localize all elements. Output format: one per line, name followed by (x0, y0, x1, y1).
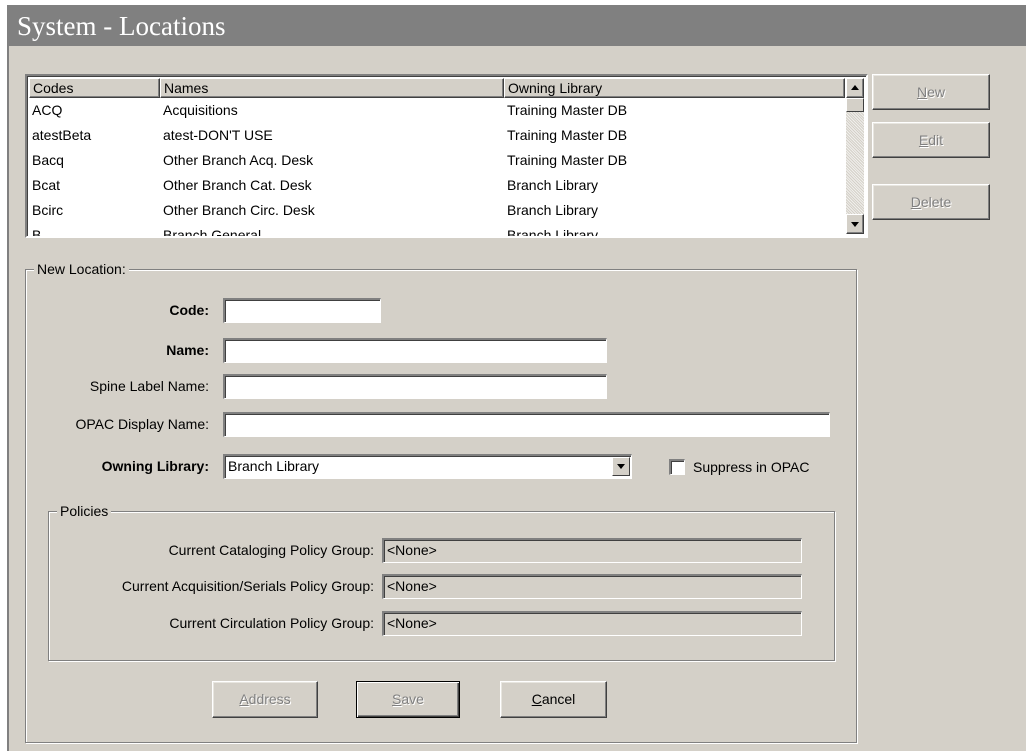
address-label-rest: ddress (248, 691, 291, 707)
suppress-in-opac-label: Suppress in OPAC (693, 459, 810, 475)
edit-label-rest: dit (928, 132, 944, 148)
policies-group-label: Policies (57, 502, 112, 520)
cell-library: Branch Library (507, 227, 599, 238)
list-header-row: Codes Names Owning Library (29, 78, 845, 98)
list-vertical-scrollbar[interactable] (846, 78, 864, 234)
new-button[interactable]: New (872, 74, 990, 110)
table-row[interactable]: Bacq Other Branch Acq. Desk Training Mas… (29, 148, 845, 173)
cancel-label-rest: ancel (541, 691, 576, 707)
save-button[interactable]: Save (356, 681, 460, 718)
acquisition-policy-field: <None> (382, 574, 802, 599)
address-accel: A (239, 691, 249, 707)
table-row[interactable]: atestBeta atest-DON'T USE Training Maste… (29, 123, 845, 148)
new-location-group: New Location: Code: Name: Spine Label Na… (25, 260, 857, 743)
acquisition-policy-label: Current Acquisition/Serials Policy Group… (121, 578, 374, 594)
code-field[interactable] (223, 298, 381, 323)
policies-group: Policies Current Cataloging Policy Group… (48, 502, 835, 661)
locations-list[interactable]: Codes Names Owning Library ACQ Acquisiti… (25, 74, 868, 238)
address-button[interactable]: Address (212, 681, 318, 718)
cell-name: atest-DON'T USE (163, 127, 273, 143)
save-label-rest: ave (401, 691, 424, 707)
cell-name: Other Branch Circ. Desk (163, 202, 315, 218)
name-label: Name: (166, 342, 209, 358)
cataloging-policy-field: <None> (382, 538, 802, 563)
spine-label-name-label: Spine Label Name: (89, 378, 209, 394)
edit-accel: E (918, 132, 929, 148)
cell-code: ACQ (32, 102, 63, 118)
circulation-policy-field: <None> (382, 611, 802, 636)
cell-code: B... (32, 227, 54, 238)
scroll-thumb[interactable] (846, 98, 864, 112)
chevron-down-icon (617, 464, 625, 469)
cell-library: Training Master DB (507, 127, 628, 143)
cell-library: Training Master DB (507, 152, 628, 168)
cell-name: Other Branch Acq. Desk (163, 152, 314, 168)
scroll-up-button[interactable] (846, 78, 864, 98)
save-accel: S (392, 691, 402, 707)
owning-library-label: Owning Library: (101, 458, 209, 474)
column-header-owning-library[interactable]: Owning Library (504, 78, 845, 98)
cell-library: Branch Library (507, 177, 599, 193)
delete-button[interactable]: Delete (872, 184, 990, 220)
circulation-policy-label: Current Circulation Policy Group: (169, 615, 374, 631)
chevron-down-icon (851, 222, 859, 227)
owning-library-value: Branch Library (228, 458, 320, 474)
cell-code: Bcat (32, 177, 61, 193)
table-row[interactable]: B... Branch General Branch Library (29, 223, 845, 238)
list-body: ACQ Acquisitions Training Master DB ates… (29, 98, 845, 238)
cancel-accel: C (531, 691, 542, 707)
cell-name: Branch General (163, 227, 262, 238)
opac-display-name-field[interactable] (223, 412, 830, 437)
owning-library-select[interactable]: Branch Library (223, 454, 632, 479)
new-accel: N (916, 84, 928, 100)
table-row[interactable]: ACQ Acquisitions Training Master DB (29, 98, 845, 123)
cataloging-policy-label: Current Cataloging Policy Group: (168, 542, 374, 558)
column-header-codes[interactable]: Codes (29, 78, 160, 98)
cell-code: Bacq (32, 152, 64, 168)
code-label: Code: (169, 302, 209, 318)
cell-name: Acquisitions (163, 102, 238, 118)
edit-button[interactable]: Edit (872, 122, 990, 158)
cell-library: Branch Library (507, 202, 599, 218)
table-row[interactable]: Bcirc Other Branch Circ. Desk Branch Lib… (29, 198, 845, 223)
name-field[interactable] (223, 338, 607, 363)
cell-code: atestBeta (32, 127, 92, 143)
opac-display-name-label: OPAC Display Name: (75, 416, 209, 432)
chevron-up-icon (851, 85, 859, 90)
column-header-names[interactable]: Names (160, 78, 504, 98)
spine-label-name-field[interactable] (223, 374, 607, 399)
cell-name: Other Branch Cat. Desk (163, 177, 312, 193)
scroll-down-button[interactable] (846, 214, 864, 234)
delete-label-rest: elete (920, 194, 952, 210)
cancel-button[interactable]: Cancel (500, 681, 607, 718)
window-title: System - Locations (9, 6, 1026, 46)
owning-library-dropdown-button[interactable] (612, 457, 630, 476)
delete-accel: D (910, 194, 921, 210)
cell-library: Training Master DB (507, 102, 628, 118)
table-row[interactable]: Bcat Other Branch Cat. Desk Branch Libra… (29, 173, 845, 198)
new-location-group-label: New Location: (34, 260, 129, 278)
cell-code: Bcirc (32, 202, 64, 218)
new-label-rest: ew (927, 84, 946, 100)
locations-window: System - Locations Codes Names Owning Li… (7, 5, 1026, 751)
suppress-in-opac-checkbox[interactable] (669, 459, 685, 475)
